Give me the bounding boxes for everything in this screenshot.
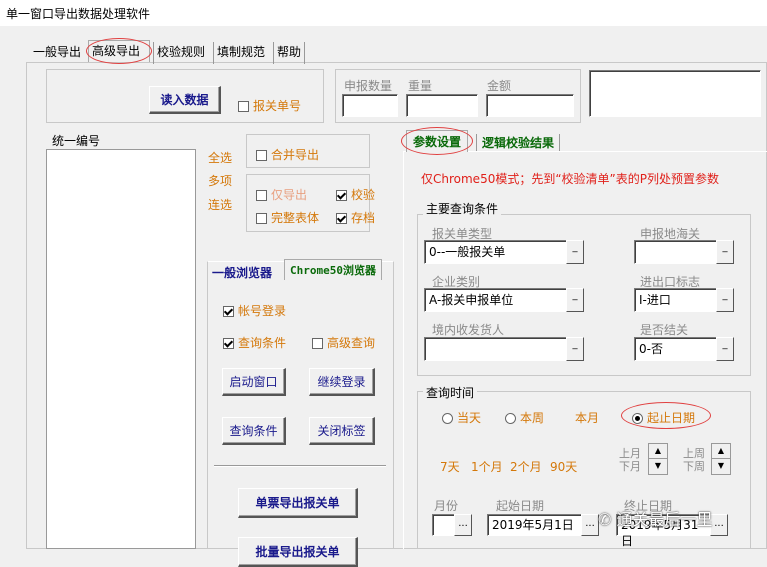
week-spinner[interactable]: ▲ ▼ (711, 443, 731, 475)
chevron-up-icon[interactable]: ▲ (712, 444, 730, 459)
archive-checkbox[interactable]: 存档 (336, 209, 375, 226)
tab-fill-rules[interactable]: 填制规范 (213, 42, 268, 64)
weight-label: 重量 (408, 79, 433, 93)
chevron-down-icon[interactable]: ▼ (712, 459, 730, 474)
start-date-field[interactable]: 2019年5月1日 (487, 514, 583, 536)
validate-checkbox[interactable]: 校验 (336, 186, 375, 203)
query-condition-button[interactable]: 查询条件 (222, 417, 286, 445)
prev-next-month-label: 上月 下月 (619, 447, 641, 473)
only-export-checkbox[interactable]: 仅导出 (256, 186, 307, 203)
tab-chrome50-browser[interactable]: Chrome50浏览器 (284, 259, 382, 280)
count-label: 申报数量 (344, 79, 393, 93)
month-picker-button[interactable]: ... (454, 514, 472, 536)
checkbox-box (336, 213, 347, 224)
tab-normal-browser[interactable]: 一般浏览器 (212, 264, 272, 281)
single-export-button[interactable]: 单票导出报关单 (238, 488, 358, 518)
closed-select[interactable]: 0-否 (634, 337, 718, 361)
this-month-link[interactable]: 本月 (575, 409, 599, 426)
decl-customs-dropdown-icon[interactable]: _ (716, 240, 734, 264)
checkbox-box (256, 190, 267, 201)
checkbox-box (256, 150, 267, 161)
checkbox-box (312, 338, 323, 349)
1-month-link[interactable]: 1个月 (471, 458, 503, 475)
decl-customs-select[interactable] (634, 240, 718, 264)
customs-number-checkbox[interactable]: 报关单号 (238, 97, 301, 114)
read-data-button[interactable]: 读入数据 (149, 86, 221, 114)
checkbox-box (238, 101, 249, 112)
tab-general-export[interactable]: 一般导出 (30, 42, 84, 64)
consignee-label: 境内收发货人 (432, 323, 505, 337)
2-months-link[interactable]: 2个月 (510, 458, 542, 475)
consignee-select[interactable] (424, 337, 568, 361)
notice-text: 仅Chrome50模式；先到“校验清单”表的P列处预置参数 (421, 172, 720, 186)
decl-type-dropdown-icon[interactable]: _ (566, 240, 584, 264)
multi-select-link[interactable]: 多项 (208, 172, 232, 189)
today-radio[interactable]: 当天 (442, 409, 481, 426)
amount-label: 金额 (487, 79, 512, 93)
continue-login-button[interactable]: 继续登录 (309, 368, 375, 396)
month-spinner[interactable]: ▲ ▼ (648, 443, 668, 475)
start-date-label: 起始日期 (496, 499, 545, 513)
ie-flag-select[interactable]: I-进口 (634, 288, 718, 312)
watermark-text: ✆ 通关最后一里 (598, 510, 713, 529)
window-title: 单一窗口导出数据处理软件 (6, 7, 151, 21)
start-window-button[interactable]: 启动窗口 (222, 368, 286, 396)
radio-circle (442, 413, 453, 424)
start-date-picker-button[interactable]: ... (581, 514, 599, 536)
chevron-up-icon[interactable]: ▲ (649, 444, 667, 459)
highlight-oval (86, 38, 152, 64)
query-time-title: 查询时间 (423, 384, 478, 401)
consignee-dropdown-icon[interactable]: _ (566, 337, 584, 361)
account-login-checkbox[interactable]: 帐号登录 (223, 302, 286, 319)
checkbox-box (223, 338, 234, 349)
advanced-query-checkbox[interactable]: 高级查询 (312, 334, 375, 351)
ie-flag-dropdown-icon[interactable]: _ (716, 288, 734, 312)
divider (214, 465, 386, 467)
merge-export-checkbox[interactable]: 合并导出 (256, 146, 319, 163)
checkbox-box (223, 306, 234, 317)
decl-type-select[interactable]: 0--一般报关单 (424, 240, 568, 264)
prev-next-week-label: 上周 下周 (683, 447, 705, 473)
chevron-down-icon[interactable]: ▼ (649, 459, 667, 474)
highlight-oval (621, 402, 711, 429)
checkbox-box (256, 213, 267, 224)
main-query-title: 主要查询条件 (423, 200, 502, 217)
select-all-link[interactable]: 全选 (208, 149, 232, 166)
record-list[interactable] (46, 149, 196, 549)
month-label: 月份 (434, 499, 459, 513)
month-field[interactable] (432, 514, 456, 536)
90-days-link[interactable]: 90天 (550, 458, 577, 475)
highlight-oval (401, 127, 473, 155)
list-header: 统一编号 (52, 134, 101, 148)
continuous-select-link[interactable]: 连选 (208, 196, 232, 213)
full-body-checkbox[interactable]: 完整表体 (256, 209, 319, 226)
closed-dropdown-icon[interactable]: _ (716, 337, 734, 361)
company-type-select[interactable]: A-报关申报单位 (424, 288, 568, 312)
this-week-radio[interactable]: 本周 (505, 409, 544, 426)
amount-field[interactable] (486, 94, 574, 117)
info-box[interactable] (589, 70, 761, 117)
query-condition-checkbox[interactable]: 查询条件 (223, 334, 286, 351)
tab-validation-rules[interactable]: 校验规则 (153, 42, 208, 64)
title-bar: 单一窗口导出数据处理软件 (0, 0, 767, 26)
weight-field[interactable] (406, 94, 478, 117)
wechat-icon: ✆ (598, 510, 617, 529)
company-type-dropdown-icon[interactable]: _ (566, 288, 584, 312)
tab-logic-check-result[interactable]: 逻辑校验结果 (476, 134, 561, 151)
count-field[interactable] (342, 94, 398, 117)
close-tab-button[interactable]: 关闭标签 (309, 417, 375, 445)
tab-help[interactable]: 帮助 (273, 42, 306, 64)
batch-export-button[interactable]: 批量导出报关单 (238, 537, 358, 567)
closed-label: 是否结关 (640, 323, 689, 337)
checkbox-box (336, 190, 347, 201)
radio-circle (505, 413, 516, 424)
7-days-link[interactable]: 7天 (440, 458, 460, 475)
